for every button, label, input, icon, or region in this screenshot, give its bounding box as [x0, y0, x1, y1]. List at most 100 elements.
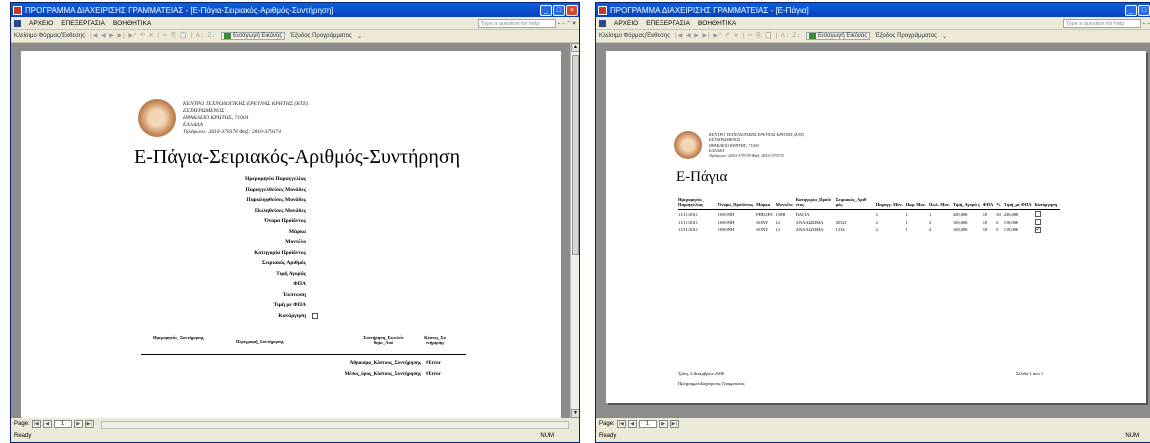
close-form-button[interactable]: Κλείσιμο Φόρμας/Έκθεσης	[14, 33, 85, 39]
menu-bar: ΑΡΧΕΙΟ ΕΠΕΞΕΡΓΑΣΙΑ ΒΟΗΘΗΤΙΚΑ Type a ques…	[596, 17, 1150, 30]
address-line: ΕΣΤΑΥΡΩΜΕΝΟΣ	[183, 107, 225, 114]
horizontal-scrollbar[interactable]	[101, 421, 569, 429]
table-cell: 50	[996, 211, 1001, 217]
minimize-button[interactable]: _	[1125, 4, 1137, 16]
table-cell: 100,00€	[952, 227, 968, 233]
table-cell: 1	[905, 211, 908, 217]
scroll-up-icon[interactable]: ▲	[571, 43, 579, 52]
toolbar: Κλείσιμο Φόρμας/Έκθεσης |◀ ◀ ▶ ▶| ▶* ↶ ✕…	[11, 30, 579, 43]
table-header: Μοντέλο	[775, 198, 796, 210]
menu-edit[interactable]: ΕΠΕΞΕΡΓΑΣΙΑ	[646, 20, 690, 27]
menu-file[interactable]: ΑΡΧΕΙΟ	[29, 20, 53, 27]
first-page-button[interactable]: |◀	[31, 420, 41, 428]
table-cell: 11/11/2011	[678, 211, 698, 217]
field-label: Πωληθείσες Μονάδες	[254, 207, 306, 214]
status-num: NUM	[1125, 433, 1139, 439]
scroll-down-icon[interactable]: ▼	[571, 409, 579, 418]
vertical-scrollbar[interactable]: ▲ ▼	[570, 43, 579, 418]
exit-program-button[interactable]: Έξοδος Προγράμματος	[875, 33, 937, 39]
sum-label: Άθροισμα_Κόστους_Συντήρησης	[349, 361, 421, 366]
window-controls[interactable]: - ₋ ⁻ ×	[558, 19, 576, 27]
nav-icons: |◀ ◀ ▶ ▶| ▶* ↶ ✕ | ✂ ⎘ 📋 | A↓ Z↓	[90, 33, 217, 39]
field-label: Μοντέλο	[285, 239, 306, 245]
table-cell: 118,00€	[1003, 227, 1019, 233]
field-label: Όνομα Προϊόντος	[264, 218, 306, 224]
report-viewport: ΚΕΝΤΡΟ ΤΕΧΝΟΛΟΓΙΚΗΣ ΕΡΕΥΝΑΣ ΚΡΗΤΗΣ (ΚΤΕ)…	[596, 43, 1150, 418]
menu-tools[interactable]: ΒΟΗΘΗΤΙΚΑ	[113, 20, 151, 27]
menu-file[interactable]: ΑΡΧΕΙΟ	[614, 20, 638, 27]
image-icon	[224, 33, 232, 39]
table-cell: ΑΝΑΛΩΣΙΜΑ	[795, 219, 824, 225]
page-label: Page:	[14, 421, 30, 427]
first-page-button[interactable]: |◀	[616, 420, 626, 428]
insert-image-label: Εισαγωγή Εικόνας	[233, 33, 283, 39]
address-line: ΗΡΑΚΛΕΙΟ ΚΡΗΤΗΣ, 71004	[183, 114, 249, 121]
sum-value: #Error	[426, 361, 441, 366]
page-label: Page:	[599, 421, 615, 427]
page-number-input[interactable]: 1	[638, 420, 657, 428]
table-cell: 118,00€	[1003, 219, 1019, 225]
table-cell: 1234	[835, 227, 845, 233]
field-label: Ημερομηνία Παραγγελίας	[245, 176, 306, 182]
header-date: Ημερομηνία_ Συντήρησης	[153, 335, 204, 340]
table-cell: 200,00€	[952, 211, 968, 217]
menu-bar: ΑΡΧΕΙΟ ΕΠΕΞΕΡΓΑΣΙΑ ΒΟΗΘΗΤΙΚΑ Type a ques…	[11, 17, 579, 30]
table-row: 11/11/2011 ΟΘΟΝΗ PHILIPS 150B ΠΑΓΙΑ 2 1 1 200,00…	[678, 209, 1060, 218]
field-label: Τιμή με ΦΠΑ	[273, 302, 306, 308]
insert-image-button[interactable]: Εισαγωγή Εικόνας	[806, 32, 871, 40]
table-cell: 12	[775, 227, 781, 233]
exit-program-button[interactable]: Έξοδος Προγράμματος	[290, 33, 352, 39]
report-page: ΚΕΝΤΡΟ ΤΕΧΝΟΛΟΓΙΚΗΣ ΕΡΕΥΝΑΣ ΚΡΗΤΗΣ (ΚΤΕ)…	[21, 51, 561, 418]
dropdown-icon[interactable]: ⌄	[357, 33, 362, 40]
page-number-input[interactable]: 1	[53, 420, 72, 428]
last-page-button[interactable]: ▶|	[84, 420, 94, 428]
footer-note: Πρόγραμμα Διαχείρισης Γραμματείας	[678, 381, 745, 386]
scroll-thumb[interactable]	[572, 55, 579, 255]
prev-page-button[interactable]: ◀	[627, 420, 637, 428]
abolition-cell	[1034, 209, 1061, 218]
abolition-checkbox[interactable]: ✓	[1034, 226, 1041, 233]
table-header: ΦΠΑ	[982, 198, 997, 210]
menu-tools[interactable]: ΒΟΗΘΗΤΙΚΑ	[698, 20, 736, 27]
close-button[interactable]: ×	[566, 4, 578, 16]
logo	[138, 99, 176, 137]
abolition-checkbox[interactable]	[312, 312, 318, 319]
insert-image-label: Εισαγωγή Εικόνας	[818, 33, 868, 39]
minimize-button[interactable]: _	[540, 4, 552, 16]
address-line: ΕΛΛΑΔΑ	[183, 121, 203, 128]
menu-edit[interactable]: ΕΠΕΞΕΡΓΑΣΙΑ	[61, 20, 105, 27]
prev-page-button[interactable]: ◀	[42, 420, 52, 428]
report-viewport: ΚΕΝΤΡΟ ΤΕΧΝΟΛΟΓΙΚΗΣ ΕΡΕΥΝΑΣ ΚΡΗΤΗΣ (ΚΤΕ)…	[11, 43, 579, 418]
dropdown-icon[interactable]: ⌄	[942, 33, 947, 40]
help-search-input[interactable]: Type a question for help	[1062, 18, 1141, 28]
field-label: Τιμή Αγοράς	[276, 270, 306, 277]
last-page-button[interactable]: ▶|	[669, 420, 679, 428]
title-bar: ΠΡΟΓΡΑΜΜΑ ΔΙΑΧΕΙΡΙΣΗΣ ΓΡΑΜΜΑΤΕΙΑΣ - [Ε-Π…	[596, 3, 1150, 17]
abolition-checkbox[interactable]	[1034, 210, 1041, 217]
status-bar: Page: |◀ ◀ 1 ▶ ▶| Ready NUM	[596, 418, 1150, 442]
maximize-button[interactable]: □	[553, 4, 565, 16]
next-page-button[interactable]: ▶	[73, 420, 83, 428]
table-cell: SONY	[756, 219, 769, 225]
window-title: ΠΡΟΓΡΑΜΜΑ ΔΙΑΧΕΙΡΙΣΗΣ ΓΡΑΜΜΑΤΕΙΑΣ - [Ε-Π…	[25, 5, 334, 15]
help-search-input[interactable]: Type a question for help	[477, 18, 556, 28]
logo	[674, 131, 702, 159]
report-title: Ε-Πάγια-Σειριακός-Αριθμός-Συντήρηση	[134, 146, 461, 168]
close-form-button[interactable]: Κλείσιμο Φόρμας/Έκθεσης	[599, 33, 670, 39]
report-page: ΚΕΝΤΡΟ ΤΕΧΝΟΛΟΓΙΚΗΣ ΕΡΕΥΝΑΣ ΚΡΗΤΗΣ (ΚΤΕ)…	[606, 51, 1146, 403]
table-cell: 1	[905, 219, 908, 225]
insert-image-button[interactable]: Εισαγωγή Εικόνας	[221, 32, 286, 40]
app-icon	[598, 5, 607, 15]
abolition-checkbox[interactable]	[1034, 218, 1041, 225]
field-label: Παραγγελθείσες Μονάδες	[245, 186, 306, 193]
divider	[141, 354, 466, 355]
table-row: 11/11/2011 ΟΘΟΝΗ SONY 12 ΑΝΑΛΩΣΙΜΑ 45321 2 1 2 10…	[678, 218, 1060, 226]
table-cell: 1	[928, 211, 932, 217]
window-controls[interactable]: - ₋ ⁻ ×	[1143, 19, 1150, 27]
maximize-button[interactable]: □	[1138, 4, 1150, 16]
next-page-button[interactable]: ▶	[658, 420, 668, 428]
table-cell: 18	[982, 219, 988, 225]
abolition-cell: ✓	[1034, 226, 1061, 233]
header-executed-by: Συντήρηση_Εκτελέσ θηκε_Από	[363, 335, 404, 345]
status-ready: Ready	[599, 433, 617, 439]
